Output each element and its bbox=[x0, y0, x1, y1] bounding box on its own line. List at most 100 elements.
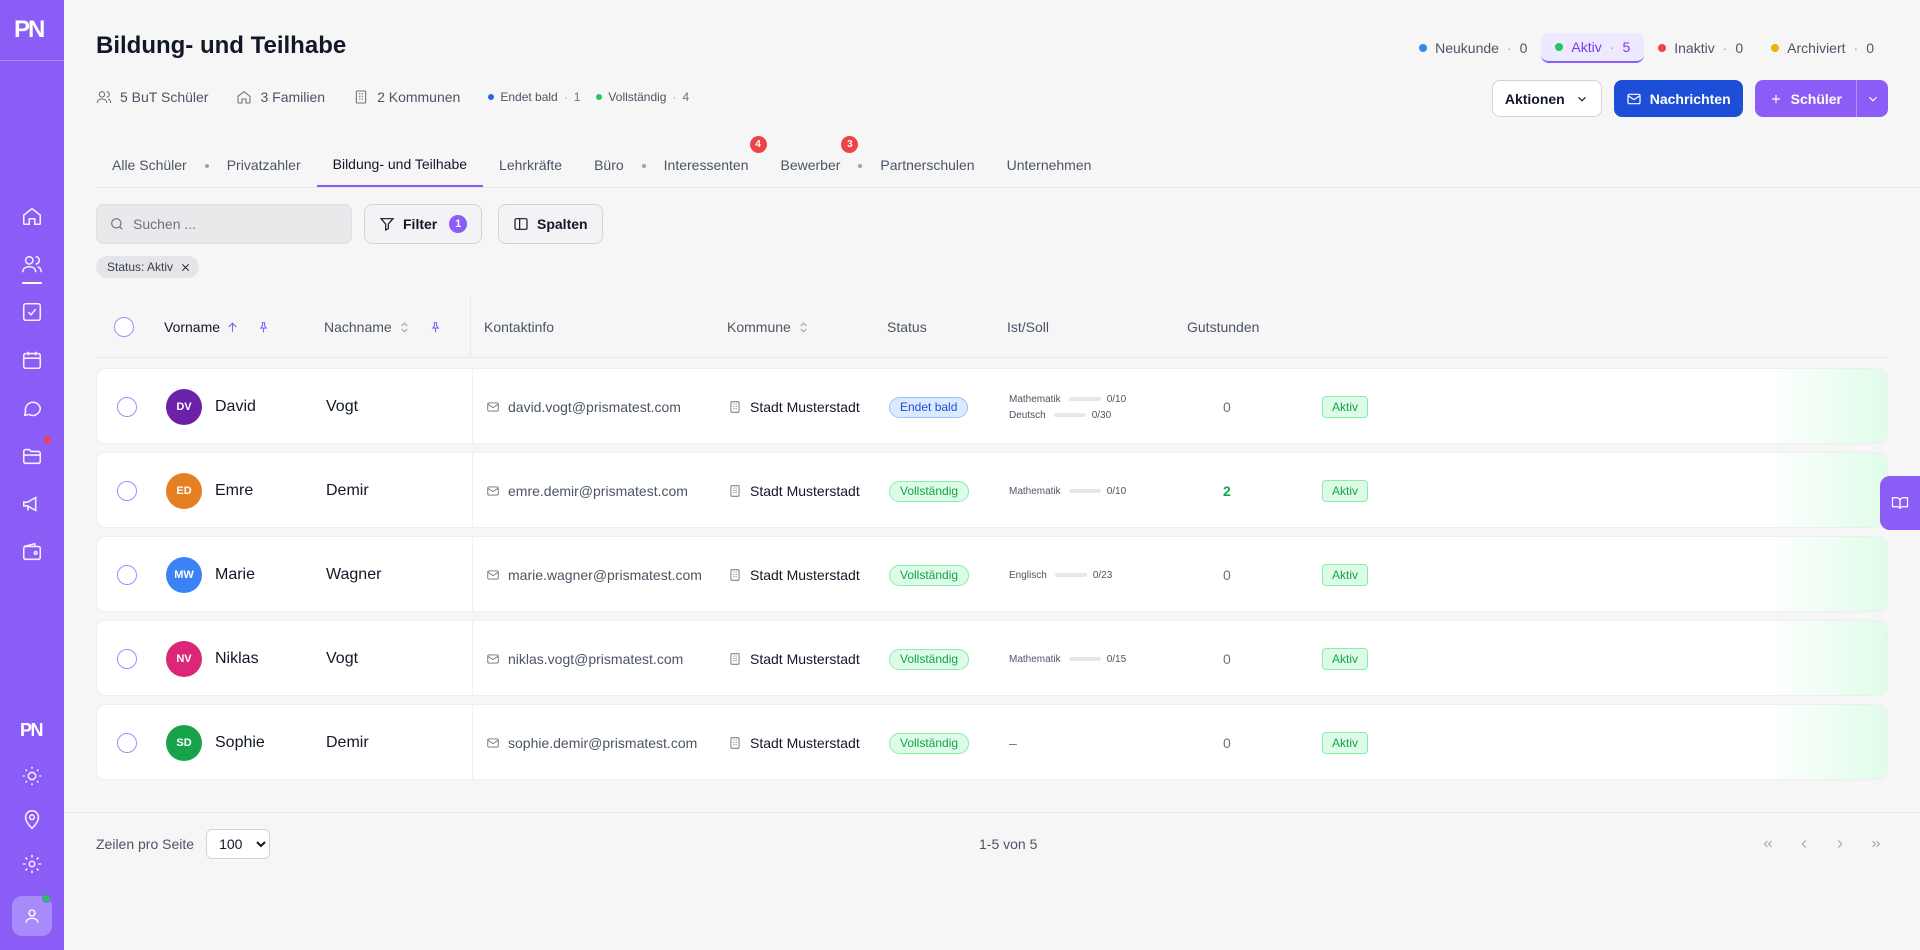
tab-alle-schueler[interactable]: Alle Schüler bbox=[96, 143, 203, 187]
search-input[interactable] bbox=[133, 216, 333, 232]
status-filter-archiviert[interactable]: Archiviert · 0 bbox=[1757, 33, 1888, 63]
filter-label: Filter bbox=[403, 216, 438, 232]
table-row[interactable]: MW Marie Wagner marie.wagner@prismatest.com… bbox=[96, 536, 1888, 612]
row-checkbox[interactable] bbox=[117, 621, 137, 695]
frozen-columns bbox=[97, 537, 473, 611]
columns-button[interactable]: Spalten bbox=[498, 204, 603, 244]
row-checkbox[interactable] bbox=[117, 705, 137, 779]
active-badge: Aktiv bbox=[1322, 564, 1369, 586]
stat-families-label: 3 Familien bbox=[260, 89, 326, 105]
rows-per-page-select[interactable]: 100 bbox=[206, 829, 271, 859]
subject-name: Deutsch bbox=[1009, 409, 1046, 421]
tab-label: Unternehmen bbox=[1006, 157, 1092, 173]
tab-privatzahler[interactable]: Privatzahler bbox=[211, 143, 317, 187]
tab-label: Büro bbox=[594, 157, 624, 173]
location-pin-icon[interactable] bbox=[20, 808, 44, 832]
home-icon[interactable] bbox=[20, 204, 44, 228]
task-check-icon[interactable] bbox=[20, 300, 44, 324]
calendar-icon[interactable] bbox=[20, 348, 44, 372]
tab-bewerber[interactable]: Bewerber 3 bbox=[765, 136, 859, 187]
contact-email[interactable]: david.vogt@prismatest.com bbox=[486, 369, 681, 443]
last-page-button[interactable] bbox=[1864, 832, 1888, 856]
add-student-button[interactable]: Schüler bbox=[1755, 80, 1856, 117]
chat-icon[interactable] bbox=[20, 396, 44, 420]
tab-unternehmen[interactable]: Unternehmen bbox=[991, 143, 1108, 187]
add-student-dropdown[interactable] bbox=[1856, 80, 1888, 117]
activity-state: Aktiv bbox=[1322, 621, 1369, 695]
building-icon bbox=[730, 569, 740, 581]
sort-icon bbox=[401, 321, 408, 333]
stat-students: 5 BuT Schüler bbox=[96, 89, 208, 105]
status-filter-inaktiv[interactable]: Inaktiv · 0 bbox=[1644, 33, 1757, 63]
notification-dot bbox=[44, 436, 51, 443]
tab-interessenten[interactable]: Interessenten 4 bbox=[648, 136, 767, 187]
messages-button[interactable]: Nachrichten bbox=[1613, 80, 1743, 117]
actions-dropdown-button[interactable]: Aktionen bbox=[1491, 80, 1602, 117]
megaphone-icon[interactable] bbox=[20, 492, 44, 516]
close-icon[interactable] bbox=[180, 262, 191, 273]
table-row[interactable]: NV Niklas Vogt niklas.vogt@prismatest.com St… bbox=[96, 620, 1888, 696]
tab-partnerschulen[interactable]: Partnerschulen bbox=[864, 143, 990, 187]
select-all-checkbox[interactable] bbox=[114, 296, 134, 358]
progress-bar bbox=[1054, 573, 1087, 577]
first-name: Emre bbox=[215, 482, 254, 499]
contact-email[interactable]: emre.demir@prismatest.com bbox=[486, 453, 688, 527]
subject-progress: Mathematik 0/10 bbox=[1009, 391, 1126, 407]
contact-email[interactable]: sophie.demir@prismatest.com bbox=[486, 705, 697, 779]
brand-logo-small: PN bbox=[20, 720, 44, 740]
tab-buero[interactable]: Büro bbox=[578, 143, 640, 187]
column-label: Nachname bbox=[324, 319, 392, 335]
last-name: Wagner bbox=[326, 566, 382, 583]
sort-icon bbox=[800, 321, 807, 333]
wallet-icon[interactable] bbox=[20, 540, 44, 564]
progress-bar bbox=[1068, 489, 1101, 493]
table-row[interactable]: DV David Vogt david.vogt@prismatest.com Stad… bbox=[96, 368, 1888, 444]
pin-icon[interactable] bbox=[257, 321, 270, 334]
building-icon bbox=[730, 485, 740, 497]
table-row[interactable]: SD Sophie Demir sophie.demir@prismatest.com… bbox=[96, 704, 1888, 780]
status-cell: Endet bald bbox=[889, 369, 969, 443]
prev-page-button[interactable] bbox=[1792, 832, 1816, 856]
contact-email[interactable]: niklas.vogt@prismatest.com bbox=[486, 621, 683, 695]
users-icon[interactable] bbox=[20, 252, 44, 276]
row-checkbox[interactable] bbox=[117, 453, 137, 527]
tab-lehrkraefte[interactable]: Lehrkräfte bbox=[483, 143, 578, 187]
mini-stat-ending-soon: Endet bald · 1 bbox=[488, 90, 580, 104]
status-filter-neukunde[interactable]: Neukunde · 0 bbox=[1405, 33, 1541, 63]
chevron-left-icon bbox=[1801, 840, 1807, 848]
filter-button[interactable]: Filter 1 bbox=[364, 204, 483, 244]
blue-dot-icon bbox=[488, 94, 495, 100]
status-badge: Vollständig bbox=[889, 732, 970, 754]
first-page-button[interactable] bbox=[1756, 832, 1780, 856]
pin-icon[interactable] bbox=[429, 321, 442, 334]
table-row[interactable]: ED Emre Demir emre.demir@prismatest.com Stad… bbox=[96, 452, 1888, 528]
help-docs-tab[interactable] bbox=[1880, 476, 1920, 530]
sun-icon[interactable] bbox=[20, 764, 44, 788]
column-header-nachname[interactable]: Nachname bbox=[324, 296, 442, 358]
mini-stat-label: Endet bald bbox=[500, 90, 558, 104]
subject-name: Mathematik bbox=[1009, 653, 1061, 665]
contact-email[interactable]: marie.wagner@prismatest.com bbox=[486, 537, 702, 611]
double-chevron-left-icon bbox=[1763, 840, 1772, 848]
last-name: Vogt bbox=[326, 398, 359, 415]
tab-bildung-und-teilhabe[interactable]: Bildung- und Teilhabe bbox=[316, 143, 484, 187]
row-checkbox[interactable] bbox=[117, 369, 137, 443]
settings-gear-icon[interactable] bbox=[20, 852, 44, 876]
folder-icon[interactable] bbox=[20, 444, 44, 468]
ist-soll-cell: Englisch 0/23 bbox=[1009, 537, 1113, 611]
status-dot-icon bbox=[1771, 44, 1780, 52]
gutstunden-value: 0 bbox=[1223, 651, 1231, 667]
frozen-column-divider bbox=[470, 296, 471, 358]
app-logo[interactable]: PN bbox=[14, 16, 50, 44]
subject-progress-value: 0/23 bbox=[1092, 569, 1113, 581]
row-checkbox[interactable] bbox=[117, 537, 137, 611]
active-filter-label: Status: Aktiv bbox=[107, 260, 174, 274]
column-label: Ist/Soll bbox=[1007, 319, 1050, 335]
column-header-kommune[interactable]: Kommune bbox=[727, 296, 810, 358]
subject-progress: Mathematik 0/15 bbox=[1009, 651, 1126, 667]
ist-soll-cell: Mathematik 0/10 Deutsch 0/30 bbox=[1009, 369, 1126, 443]
column-header-vorname[interactable]: Vorname bbox=[164, 296, 270, 358]
status-filter-aktiv[interactable]: Aktiv · 5 bbox=[1541, 33, 1645, 63]
row-highlight bbox=[1767, 705, 1887, 779]
next-page-button[interactable] bbox=[1828, 832, 1852, 856]
